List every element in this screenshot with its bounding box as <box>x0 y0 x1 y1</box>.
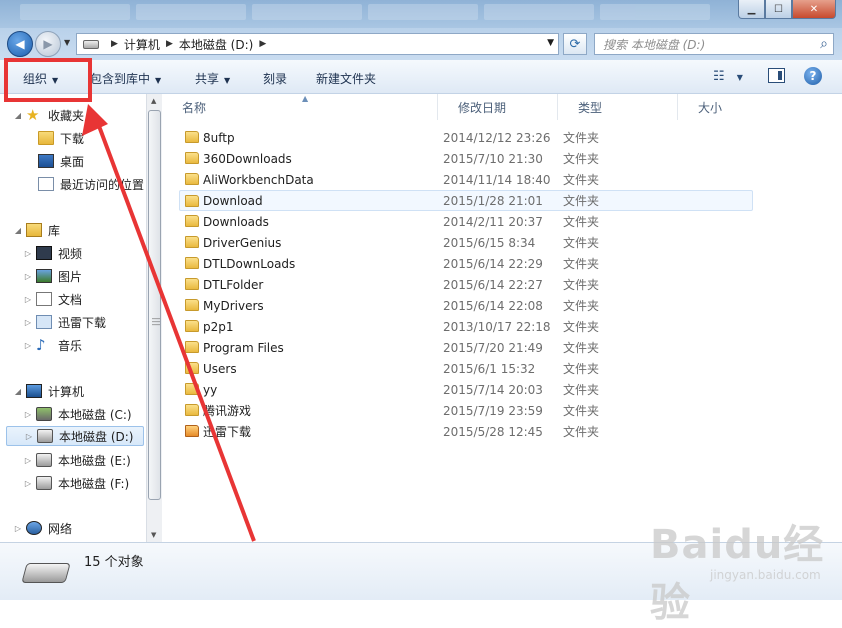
baidu-watermark: Baidu经验 jingyan.baidu.com <box>640 512 840 626</box>
arrow-head <box>82 104 108 136</box>
watermark-url: jingyan.baidu.com <box>710 568 821 582</box>
arrow-shaft <box>94 117 256 542</box>
annotation-arrow <box>82 104 256 542</box>
